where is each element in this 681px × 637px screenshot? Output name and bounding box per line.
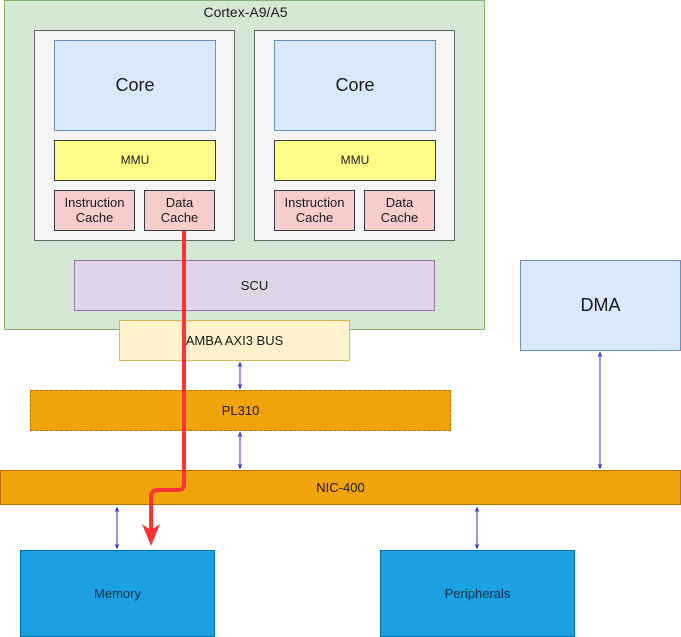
- peripherals-block: Peripherals: [380, 550, 575, 637]
- dma-label: DMA: [580, 295, 621, 315]
- nic-400-bus: NIC-400: [0, 470, 681, 505]
- peripherals-label: Peripherals: [444, 586, 511, 601]
- scu-block: SCU: [74, 260, 435, 311]
- core-label: Core: [115, 75, 155, 96]
- instruction-cache-1: Instruction Cache: [274, 190, 355, 231]
- mmu-label: MMU: [340, 152, 370, 167]
- pl310-label: PL310: [221, 403, 260, 418]
- dcache-label: Data Cache: [160, 194, 199, 225]
- mmu-1: MMU: [274, 140, 436, 181]
- dma-block: DMA: [520, 260, 681, 351]
- dcache-label: Data Cache: [380, 194, 419, 225]
- data-cache-0: Data Cache: [144, 190, 215, 231]
- highlight-arrowhead: [142, 524, 160, 546]
- memory-block: Memory: [20, 550, 215, 637]
- cluster-title: Cortex-A9/A5: [203, 4, 288, 20]
- instruction-cache-0: Instruction Cache: [54, 190, 135, 231]
- core-1: Core: [274, 40, 436, 131]
- mmu-label: MMU: [120, 152, 150, 167]
- pl310-block: PL310: [30, 390, 451, 431]
- scu-label: SCU: [240, 278, 269, 293]
- nic-label: NIC-400: [316, 480, 365, 495]
- memory-label: Memory: [94, 586, 141, 601]
- core-0: Core: [54, 40, 216, 131]
- icache-label: Instruction Cache: [284, 194, 345, 225]
- core-label: Core: [335, 75, 375, 96]
- amba-label: AMBA AXI3 BUS: [185, 333, 284, 348]
- data-cache-1: Data Cache: [364, 190, 435, 231]
- amba-bus: AMBA AXI3 BUS: [119, 320, 350, 361]
- mmu-0: MMU: [54, 140, 216, 181]
- icache-label: Instruction Cache: [64, 194, 125, 225]
